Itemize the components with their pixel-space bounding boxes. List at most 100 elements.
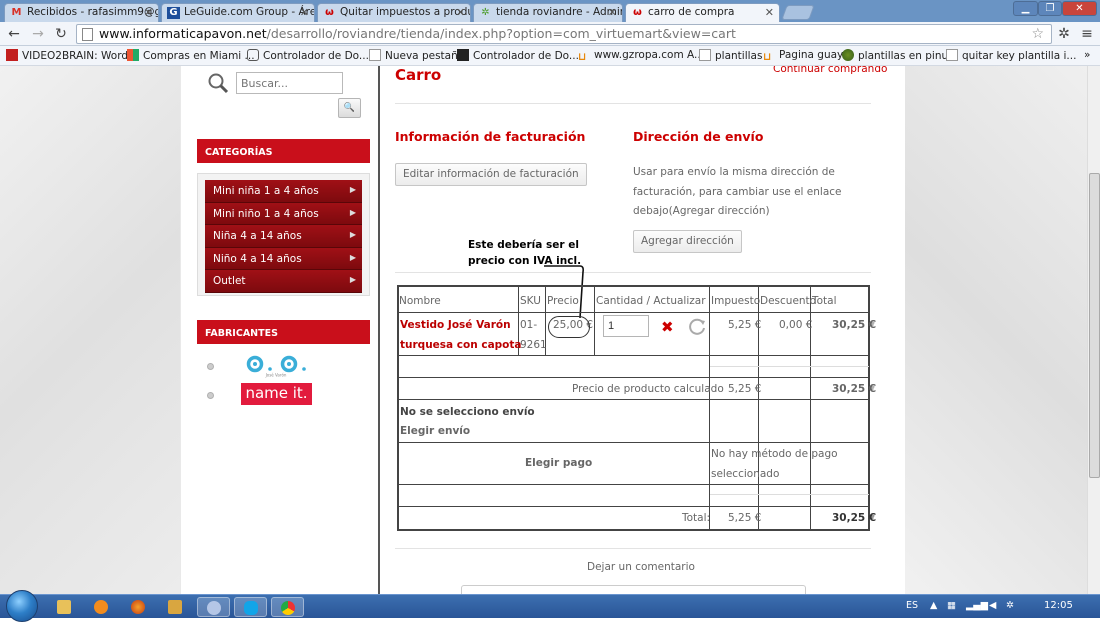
reload-icon[interactable]: ↻ (52, 25, 70, 43)
edit-billing-button[interactable]: Editar información de facturación (395, 163, 587, 186)
calculated-tax: 5,25 € (728, 383, 762, 395)
divider (395, 272, 871, 273)
total-tax: 5,25 € (728, 512, 762, 524)
search-button[interactable]: 🔍 (338, 98, 361, 118)
tab-label: Recibidos - rafasimm9@g (27, 6, 159, 18)
page-icon (82, 28, 93, 41)
network-icon[interactable]: ▦ (947, 600, 956, 611)
bookmark-item[interactable]: Nueva pestaña (369, 49, 464, 62)
arrow-right-icon: ▶ (349, 230, 356, 239)
add-address-button[interactable]: Agregar dirección (633, 230, 742, 253)
page-background-left (0, 66, 180, 594)
taskbar-app[interactable] (159, 597, 192, 617)
comment-label: Dejar un comentario (587, 561, 695, 573)
update-quantity-icon[interactable] (687, 316, 707, 336)
windows-taskbar: ES ▲ ▦ ▂▄▆ ◀ ✲ 12:05 (0, 590, 1100, 622)
category-item[interactable]: Niña 4 a 14 años ▶ (205, 225, 362, 248)
comment-textarea[interactable] (461, 585, 806, 594)
browser-tab-admin[interactable]: ✲ tienda roviandre - Admin ✕ (473, 3, 623, 22)
quantity-input[interactable] (603, 315, 649, 337)
volume-icon[interactable]: ◀ (989, 600, 996, 611)
bookmark-item[interactable]: ⊔ www.gzropa.com A... (578, 49, 704, 63)
bookmarks-overflow-button[interactable]: » (1084, 49, 1090, 61)
show-hidden-icons[interactable]: ▲ (930, 600, 937, 611)
signal-icon[interactable]: ▂▄▆ (966, 600, 988, 611)
forward-arrow-icon[interactable]: → (29, 25, 47, 43)
column-header-price: Precio (547, 295, 579, 307)
table-border (594, 286, 595, 356)
jose-varon-logo[interactable]: José Varón (240, 355, 313, 378)
product-name-link[interactable]: Vestido José Varón turquesa con capota (400, 315, 522, 355)
calculated-total: 30,25 € (832, 383, 877, 395)
browser-tab-quitar-impuestos[interactable]: ω Quitar impuestos a produ ✕ (317, 3, 471, 22)
continue-shopping-link[interactable]: Continuar comprando (773, 66, 887, 75)
taskbar-media-player[interactable] (85, 597, 118, 617)
choose-payment-link[interactable]: Elegir pago (525, 453, 592, 473)
categories-header: CATEGORÍAS (197, 139, 370, 163)
browser-tab-cart[interactable]: ω carro de compra ✕ (625, 3, 780, 23)
bookmark-item[interactable]: VIDEO2BRAIN: Word... (6, 49, 138, 62)
column-divider (378, 66, 380, 594)
close-icon[interactable]: ✕ (300, 6, 309, 19)
column-header-sku: SKU (520, 295, 541, 307)
column-header-discount: Descuento (760, 295, 817, 307)
taskbar-skype[interactable] (234, 597, 267, 617)
bookmark-item[interactable]: plantillas (699, 49, 762, 62)
video2brain-icon (6, 49, 18, 61)
taskbar-explorer[interactable] (48, 597, 81, 617)
taskbar-chrome[interactable] (271, 597, 304, 617)
folder-icon (57, 600, 71, 614)
category-item[interactable]: Outlet ▶ (205, 270, 362, 293)
virtuemart-icon: ω (633, 7, 642, 18)
bookmark-star-icon[interactable]: ☆ (1031, 25, 1044, 43)
tab-label: LeGuide.com Group - Áre (184, 6, 315, 18)
category-item[interactable]: Mini niño 1 a 4 años ▶ (205, 202, 362, 225)
bookmark-item[interactable]: Controlador de Do... (457, 49, 579, 62)
app-icon (207, 601, 221, 615)
search-input[interactable] (236, 72, 343, 94)
arrow-right-icon: ▶ (349, 275, 356, 284)
minimize-button[interactable]: ▁ (1013, 1, 1038, 16)
new-tab-button[interactable] (781, 5, 815, 20)
table-border (710, 494, 869, 495)
category-item[interactable]: Mini niña 1 a 4 años ▶ (205, 180, 362, 203)
menu-icon[interactable]: ≡ (1078, 25, 1096, 43)
vertical-scrollbar[interactable] (1087, 66, 1100, 594)
extension-icon[interactable]: ✲ (1055, 25, 1073, 43)
page-icon (369, 49, 381, 61)
scrollbar-thumb[interactable] (1089, 173, 1100, 478)
bookmark-item[interactable]: Controlador de Do... (247, 49, 369, 62)
bookmark-item[interactable]: plantillas en pinus (842, 49, 954, 62)
close-icon[interactable]: ✕ (765, 6, 774, 19)
bookmark-item[interactable]: quitar key plantilla i... (946, 49, 1076, 62)
name-it-logo[interactable]: name it. (241, 383, 312, 405)
product-total: 30,25 € (832, 319, 877, 331)
close-icon[interactable]: ✕ (456, 6, 465, 19)
browser-tab-gmail[interactable]: M Recibidos - rafasimm9@g ✕ (4, 3, 159, 22)
remove-item-icon[interactable]: ✖ (661, 318, 674, 336)
taskbar-app[interactable] (197, 597, 230, 617)
tab-label: tienda roviandre - Admin (496, 6, 623, 18)
start-button[interactable] (6, 590, 38, 622)
update-icon[interactable]: ✲ (1006, 600, 1014, 611)
close-icon[interactable]: ✕ (144, 6, 153, 19)
clock[interactable]: 12:05 (1044, 600, 1073, 611)
leguide-icon: G (167, 7, 180, 19)
browser-tab-leguide[interactable]: G LeGuide.com Group - Áre ✕ (161, 3, 315, 22)
chrome-icon (281, 601, 295, 615)
language-indicator[interactable]: ES (906, 600, 918, 611)
total-label: Total: (682, 512, 711, 524)
billing-info-title: Información de facturación (395, 129, 586, 144)
category-item[interactable]: Niño 4 a 14 años ▶ (205, 247, 362, 270)
restore-button[interactable]: ❐ (1038, 1, 1062, 16)
close-icon[interactable]: ✕ (608, 6, 617, 19)
choose-shipping-link[interactable]: Elegir envío (400, 421, 470, 441)
bookmark-item[interactable]: Compras en Miami ... (127, 49, 255, 62)
back-arrow-icon[interactable]: ← (5, 25, 23, 43)
close-window-button[interactable]: ✕ (1062, 1, 1097, 16)
bookmark-item[interactable]: ⊔ Pagina guay (763, 49, 843, 63)
address-bar[interactable]: www.informaticapavon.net/desarrollo/rovi… (76, 24, 1052, 44)
taskbar-firefox[interactable] (122, 597, 155, 617)
shipping-address-title: Dirección de envío (633, 129, 764, 144)
annotation-circle (548, 316, 590, 338)
